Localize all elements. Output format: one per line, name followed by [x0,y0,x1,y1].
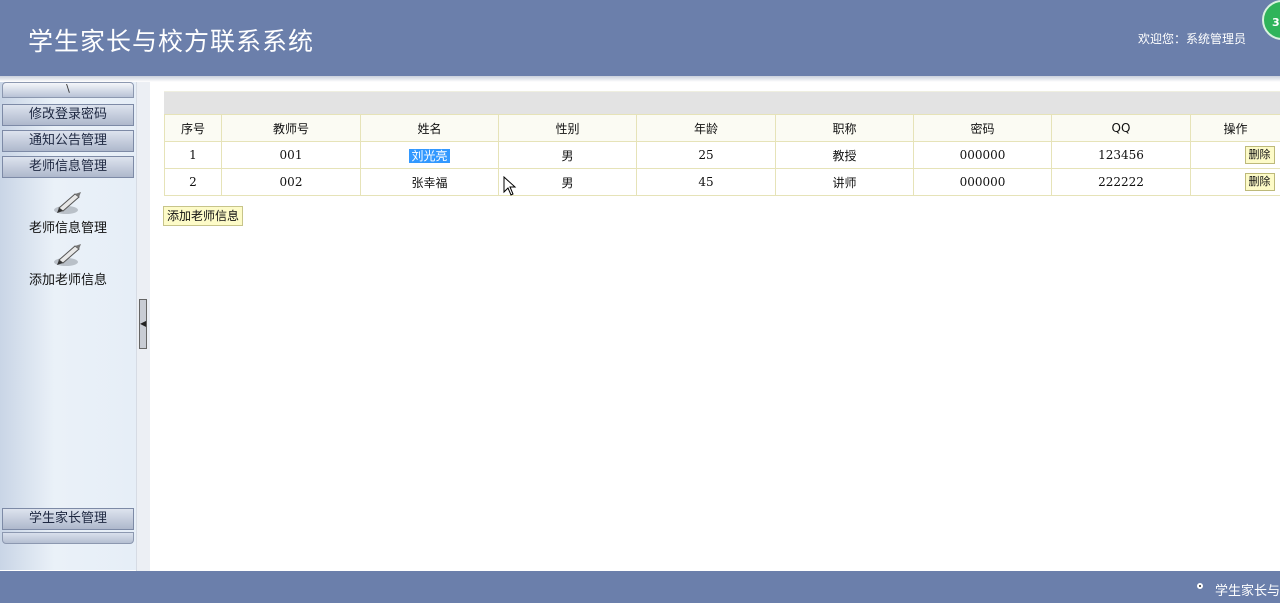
submenu-teacher-info-label: 老师信息管理 [28,221,107,236]
teacher-table: 序号 教师号 姓名 性别 年龄 职称 密码 QQ 操作 1 001 刘光亮 男 … [164,114,1280,196]
col-header-name: 姓名 [360,114,499,142]
sidebar-item-notice-management[interactable]: 通知公告管理 [2,130,134,152]
table-toolbar [164,91,1280,115]
cell-title: 教授 [775,141,914,169]
cell-age: 45 [636,168,776,196]
col-header-action: 操作 [1190,114,1280,142]
submenu-add-teacher[interactable]: 添加老师信息 [2,238,134,288]
col-header-password: 密码 [913,114,1052,142]
cell-action: 删除 [1190,168,1280,196]
sidebar-item-change-password[interactable]: 修改登录密码 [2,104,134,126]
header-bar: 学生家长与校方联系系统 欢迎您：系统管理员 [0,0,1280,76]
cell-name: 刘光亮 [360,141,499,169]
cell-title: 讲师 [775,168,914,196]
cell-qq: 222222 [1051,168,1191,196]
cell-name: 张幸福 [360,168,499,196]
sidebar-collapse-bar[interactable]: \ [2,82,134,98]
table-header-row: 序号 教师号 姓名 性别 年龄 职称 密码 QQ 操作 [164,114,1280,142]
cell-qq: 123456 [1051,141,1191,169]
sidebar-item-parent-management[interactable]: 学生家长管理 [2,508,134,530]
mouse-cursor-icon [503,176,517,196]
welcome-text: 欢迎您：系统管理员 [1137,32,1246,46]
table-row: 2 002 张幸福 男 45 讲师 000000 222222 删除 [164,168,1280,196]
sidebar-item-teacher-management[interactable]: 老师信息管理 [2,156,134,178]
cell-index: 1 [164,141,222,169]
footer-text: 学生家长与校 [1215,584,1280,599]
add-teacher-button[interactable]: 添加老师信息 [163,206,244,226]
col-header-age: 年龄 [636,114,776,142]
submenu-teacher-info[interactable]: 老师信息管理 [2,186,134,236]
cell-teacher-no: 001 [221,141,361,169]
delete-button[interactable]: 删除 [1244,146,1275,164]
pencil-icon [54,244,81,266]
app-title: 学生家长与校方联系系统 [28,27,315,56]
col-header-qq: QQ [1051,114,1191,142]
cell-index: 2 [164,168,222,196]
sidebar-submenu: 老师信息管理 添加老师信息 [2,180,134,506]
cell-gender: 男 [498,141,637,169]
pencil-icon [54,192,81,214]
col-header-teacher-no: 教师号 [221,114,361,142]
submenu-add-teacher-label: 添加老师信息 [28,273,107,288]
sidebar-bottom-cap [2,532,134,544]
col-header-title: 职称 [775,114,914,142]
cell-age: 25 [636,141,776,169]
cell-password: 000000 [913,168,1052,196]
col-header-gender: 性别 [498,114,637,142]
col-header-index: 序号 [164,114,222,142]
collapse-arrow-icon[interactable]: ◀ [139,299,147,349]
selected-text: 刘光亮 [409,148,450,163]
footer-bar [0,571,1280,603]
cell-teacher-no: 002 [221,168,361,196]
cell-action: 删除 [1190,141,1280,169]
delete-button[interactable]: 删除 [1244,173,1275,191]
cell-password: 000000 [913,141,1052,169]
table-row: 1 001 刘光亮 男 25 教授 000000 123456 删除 [164,141,1280,169]
cell-gender: 男 [498,168,637,196]
footer-bullet-icon [1197,583,1203,589]
